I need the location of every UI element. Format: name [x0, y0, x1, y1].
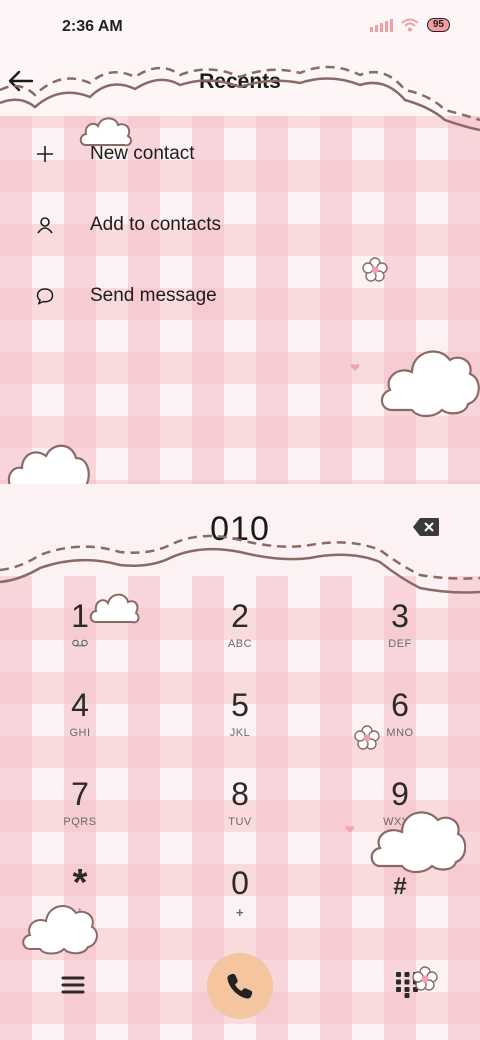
- wifi-icon: [401, 18, 419, 32]
- phone-icon: [227, 973, 253, 999]
- menu-item-label: New contact: [90, 142, 195, 164]
- plus-icon: [37, 145, 53, 162]
- dialpad-grid-icon: [396, 972, 418, 998]
- key-1[interactable]: 1: [0, 592, 160, 681]
- key-letters: WXYZ: [383, 816, 417, 828]
- key-digit: 4: [71, 687, 89, 723]
- key-letters: DEF: [388, 638, 412, 650]
- dialed-number-display[interactable]: 010: [0, 510, 480, 549]
- key-3[interactable]: 3 DEF: [320, 592, 480, 681]
- status-time: 2:36 AM: [62, 18, 123, 35]
- key-digit: 0: [231, 865, 249, 901]
- recents-menu: New contact Add to contacts Send message: [0, 118, 480, 331]
- key-digit: 5: [231, 687, 249, 723]
- key-digit: 8: [231, 776, 249, 812]
- key-4[interactable]: 4 GHI: [0, 681, 160, 770]
- key-0[interactable]: 0 +: [160, 859, 320, 948]
- bottom-action-bar: [0, 950, 480, 1020]
- call-button[interactable]: [207, 953, 273, 1019]
- keypad-row: 4 GHI 5 JKL 6 MNO: [0, 681, 480, 770]
- key-letters: GHI: [69, 727, 91, 739]
- key-digit: 2: [231, 598, 249, 634]
- key-letters: PQRS: [63, 816, 97, 828]
- key-letters: MNO: [386, 727, 414, 739]
- key-8[interactable]: 8 TUV: [160, 770, 320, 859]
- key-digit: 7: [71, 776, 89, 812]
- key-letters: JKL: [229, 727, 251, 739]
- key-digit: *: [72, 862, 88, 904]
- key-letters: TUV: [228, 816, 252, 828]
- keypad-row: * , 0 + #: [0, 859, 480, 948]
- key-2[interactable]: 2 ABC: [160, 592, 320, 681]
- key-digit: 9: [391, 776, 409, 812]
- backspace-icon[interactable]: [412, 517, 440, 537]
- person-icon: [37, 216, 53, 233]
- header: Recents: [0, 56, 480, 116]
- menu-item-label: Add to contacts: [90, 213, 221, 235]
- dial-keypad: 1 2 ABC 3 DEF 4 GHI 5 JKL 6 MNO 7 PQRS 8…: [0, 592, 480, 948]
- key-letters: ,: [77, 897, 83, 913]
- status-icons: 95: [369, 18, 450, 32]
- battery-indicator: 95: [426, 18, 450, 32]
- key-star[interactable]: * ,: [0, 859, 160, 948]
- keypad-row: 7 PQRS 8 TUV 9 WXYZ: [0, 770, 480, 859]
- dial-input-area: 010: [0, 484, 480, 576]
- menu-item-new-contact[interactable]: New contact: [0, 118, 480, 189]
- menu-item-label: Send message: [90, 284, 217, 306]
- hamburger-menu-icon[interactable]: [60, 974, 86, 996]
- menu-item-send-message[interactable]: Send message: [0, 260, 480, 331]
- cloud-decoration: [7, 444, 90, 487]
- key-digit: 3: [391, 598, 409, 634]
- key-9[interactable]: 9 WXYZ: [320, 770, 480, 859]
- key-digit: 6: [391, 687, 409, 723]
- heart-decoration: [350, 363, 360, 371]
- dialpad-toggle-button[interactable]: [394, 970, 420, 998]
- message-icon: [36, 287, 54, 305]
- key-hash[interactable]: #: [320, 859, 480, 948]
- key-letters: ABC: [227, 638, 253, 650]
- key-7[interactable]: 7 PQRS: [0, 770, 160, 859]
- key-digit: #: [393, 873, 407, 900]
- key-letters: +: [235, 905, 245, 920]
- status-bar: 2:36 AM 95: [0, 0, 480, 56]
- signal-icon: [369, 18, 393, 32]
- cloud-decoration: [380, 350, 480, 418]
- menu-item-add-to-contacts[interactable]: Add to contacts: [0, 189, 480, 260]
- key-6[interactable]: 6 MNO: [320, 681, 480, 770]
- page-title: Recents: [199, 70, 281, 93]
- keypad-row: 1 2 ABC 3 DEF: [0, 592, 480, 681]
- key-5[interactable]: 5 JKL: [160, 681, 320, 770]
- key-digit: 1: [71, 598, 89, 634]
- voicemail-icon: [0, 638, 160, 650]
